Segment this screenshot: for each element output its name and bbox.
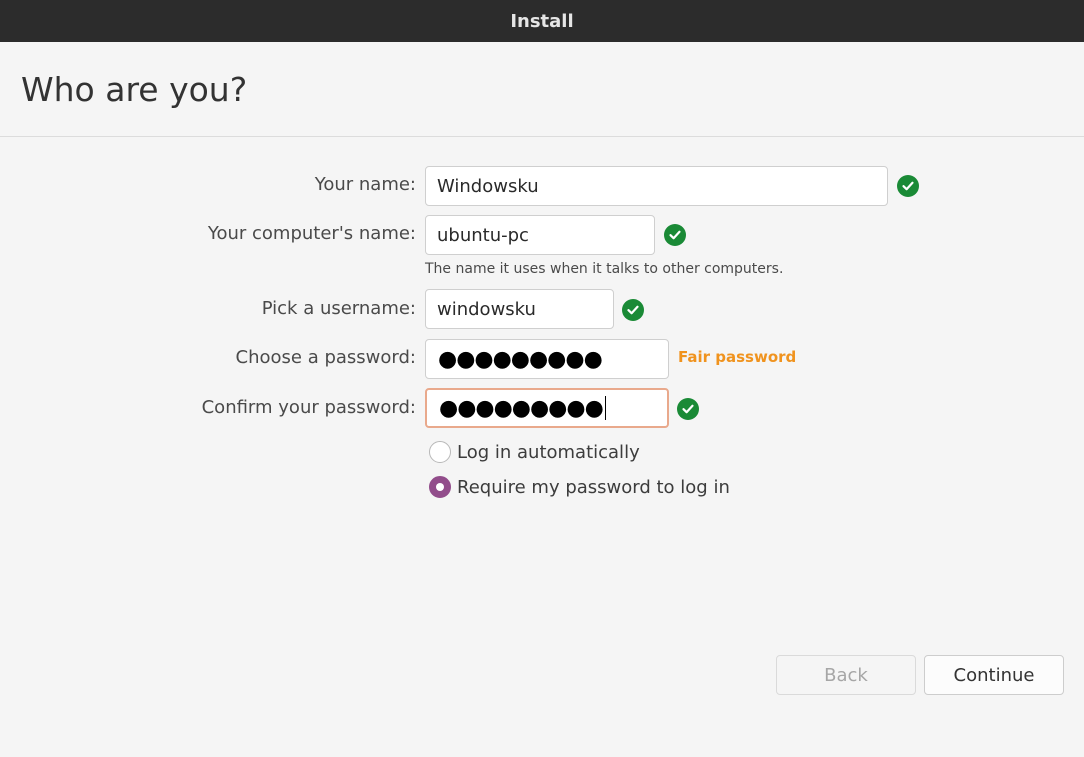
password-strength-label: Fair password — [678, 348, 797, 366]
password-masked-value: ●●●●●●●●● — [438, 346, 603, 372]
your-name-input[interactable] — [425, 166, 888, 206]
window-title: Install — [510, 10, 574, 32]
radio-selected-dot — [436, 483, 444, 491]
username-input[interactable] — [425, 289, 614, 329]
confirm-password-masked-value: ●●●●●●●●● — [439, 395, 604, 421]
require-password-option[interactable]: Require my password to log in — [429, 476, 730, 498]
computer-name-label: Your computer's name: — [207, 223, 416, 244]
your-name-label: Your name: — [314, 174, 416, 195]
back-button[interactable]: Back — [776, 655, 916, 695]
confirm-password-input[interactable]: ●●●●●●●●● — [425, 388, 669, 428]
window-titlebar: Install — [0, 0, 1084, 42]
password-input[interactable]: ●●●●●●●●● — [425, 339, 669, 379]
require-password-radio[interactable] — [429, 476, 451, 498]
password-label: Choose a password: — [235, 347, 416, 368]
username-label: Pick a username: — [261, 298, 416, 319]
computer-name-hint: The name it uses when it talks to other … — [425, 261, 784, 277]
computer-name-input[interactable] — [425, 215, 655, 255]
page-title: Who are you? — [21, 70, 248, 109]
name-valid-check-icon — [897, 175, 919, 197]
username-valid-check-icon — [622, 299, 644, 321]
page-header: Who are you? — [0, 42, 1084, 137]
continue-button[interactable]: Continue — [924, 655, 1064, 695]
computer-name-valid-check-icon — [664, 224, 686, 246]
confirm-password-valid-check-icon — [677, 398, 699, 420]
login-automatically-label: Log in automatically — [457, 441, 640, 463]
require-password-label: Require my password to log in — [457, 476, 730, 498]
login-automatically-option[interactable]: Log in automatically — [429, 441, 640, 463]
login-automatically-radio[interactable] — [429, 441, 451, 463]
confirm-password-label: Confirm your password: — [201, 397, 416, 418]
text-caret — [604, 396, 606, 420]
